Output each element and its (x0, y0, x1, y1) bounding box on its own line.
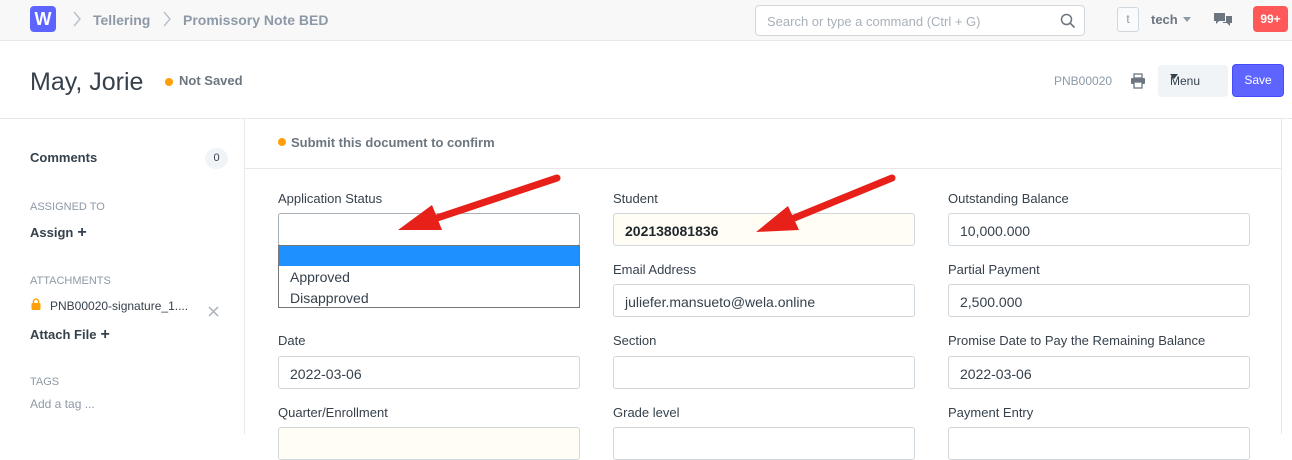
caret-down-icon[interactable] (1183, 17, 1191, 22)
attachment-link[interactable]: PNB00020-signature_1.... (50, 299, 188, 313)
dropdown-option-empty[interactable] (279, 246, 579, 266)
email-address-label: Email Address (613, 262, 697, 277)
email-address-field[interactable]: juliefer.mansueto@wela.online (613, 284, 915, 317)
top-navbar: W Tellering Promissory Note BED Search o… (0, 0, 1292, 41)
close-icon[interactable] (208, 305, 219, 317)
outstanding-balance-label: Outstanding Balance (948, 191, 1069, 206)
application-status-select[interactable] (278, 213, 580, 246)
grade-level-field[interactable] (613, 427, 915, 460)
chat-icon[interactable] (1213, 11, 1233, 29)
status-badge: Not Saved (179, 73, 243, 88)
tags-heading: TAGS (30, 376, 60, 388)
app-logo[interactable]: W (30, 6, 56, 32)
application-status-label: Application Status (278, 191, 383, 206)
dropdown-option-disapproved[interactable]: Disapproved (279, 288, 579, 308)
grade-level-label: Grade level (613, 405, 680, 420)
indicator-dot (278, 138, 286, 146)
partial-payment-label: Partial Payment (948, 262, 1040, 277)
student-value: 202138081836 (625, 223, 719, 239)
chevron-right-icon (72, 10, 82, 28)
search-placeholder: Search or type a command (Ctrl + G) (767, 14, 981, 29)
comments-link[interactable]: Comments (30, 150, 97, 165)
student-field[interactable]: 202138081836 (613, 213, 915, 246)
breadcrumb-promissory-note[interactable]: Promissory Note BED (183, 12, 328, 28)
promise-date-label: Promise Date to Pay the Remaining Balanc… (948, 333, 1206, 348)
outstanding-balance-field[interactable]: 10,000.000 (948, 213, 1250, 246)
page-title: May, Jorie (30, 68, 144, 96)
section-label: Section (613, 333, 657, 348)
promise-date-field[interactable]: 2022-03-06 (948, 356, 1250, 389)
attach-file-label: Attach File (30, 327, 97, 342)
assign-label: Assign (30, 225, 74, 240)
menu-button[interactable]: Menu (1158, 65, 1228, 97)
plus-icon: + (100, 326, 110, 343)
layout-border (1281, 119, 1282, 434)
dropdown-option-approved[interactable]: Approved (279, 267, 579, 287)
chevron-right-icon (162, 10, 172, 28)
attachments-heading: ATTACHMENTS (30, 275, 111, 287)
payment-entry-label: Payment Entry (948, 405, 1034, 420)
quarter-enrollment-field[interactable] (278, 427, 580, 460)
print-icon[interactable] (1130, 73, 1146, 89)
add-tag-link[interactable]: Add a tag ... (30, 397, 95, 411)
payment-entry-field[interactable] (948, 427, 1250, 460)
date-field[interactable]: 2022-03-06 (278, 356, 580, 389)
user-menu[interactable]: tech (1151, 12, 1178, 27)
application-status-dropdown[interactable]: Approved Disapproved (278, 245, 580, 308)
caret-down-icon (1170, 74, 1178, 79)
save-button[interactable]: Save (1232, 64, 1284, 97)
assign-button[interactable]: Assign + (30, 224, 87, 242)
partial-payment-value: 2,500.000 (960, 294, 1023, 310)
form-message: Submit this document to confirm (291, 135, 495, 150)
search-input[interactable]: Search or type a command (Ctrl + G) (755, 5, 1085, 36)
email-address-value: juliefer.mansueto@wela.online (625, 294, 816, 310)
promise-date-value: 2022-03-06 (960, 366, 1032, 382)
section-field[interactable] (613, 356, 915, 389)
user-avatar[interactable]: t (1117, 7, 1139, 32)
lock-icon (31, 298, 41, 310)
outstanding-balance-value: 10,000.000 (960, 223, 1031, 239)
search-icon[interactable] (1060, 13, 1076, 29)
breadcrumb-tellering[interactable]: Tellering (93, 12, 150, 28)
date-label: Date (278, 333, 306, 348)
date-value: 2022-03-06 (290, 366, 362, 382)
divider (245, 168, 1282, 169)
partial-payment-field[interactable]: 2,500.000 (948, 284, 1250, 317)
student-label: Student (613, 191, 658, 206)
divider (0, 118, 1292, 119)
attach-file-button[interactable]: Attach File + (30, 326, 110, 344)
comments-count: 0 (205, 148, 228, 169)
plus-icon: + (77, 224, 87, 241)
document-name: PNB00020 (1054, 74, 1113, 88)
quarter-enrollment-label: Quarter/Enrollment (278, 405, 388, 420)
assigned-to-heading: ASSIGNED TO (30, 201, 105, 213)
status-indicator-dot (165, 78, 173, 86)
sidebar-divider (244, 119, 245, 434)
notifications-badge[interactable]: 99+ (1253, 6, 1288, 32)
